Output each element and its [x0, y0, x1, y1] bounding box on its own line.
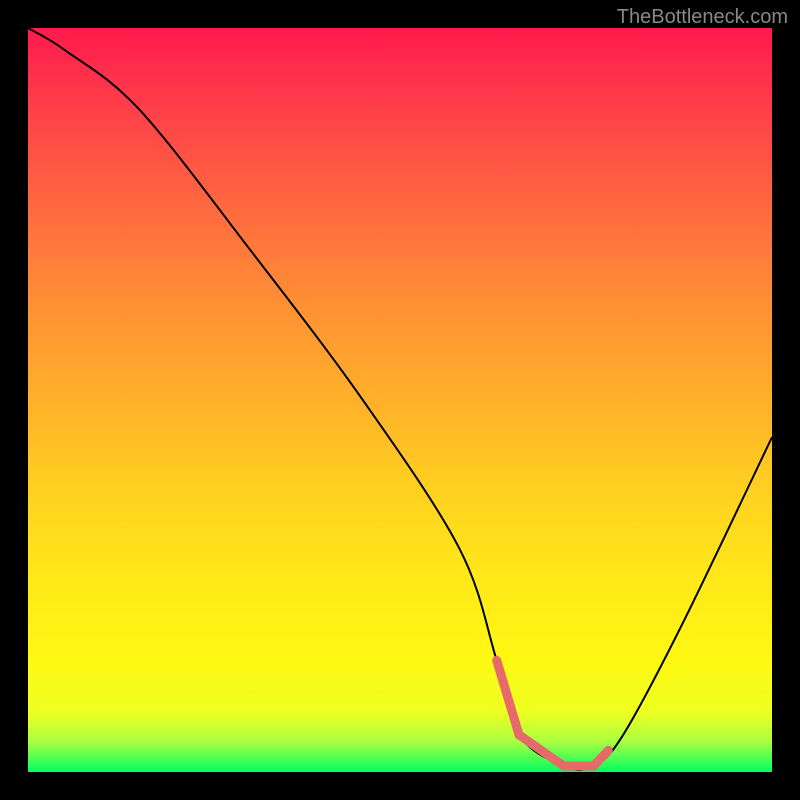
- chart-svg: [28, 28, 772, 772]
- bottleneck-curve-line: [28, 28, 772, 770]
- highlight-segment: [497, 660, 609, 766]
- plot-area: [28, 28, 772, 772]
- watermark-text: TheBottleneck.com: [617, 6, 788, 29]
- chart-container: TheBottleneck.com: [0, 0, 800, 800]
